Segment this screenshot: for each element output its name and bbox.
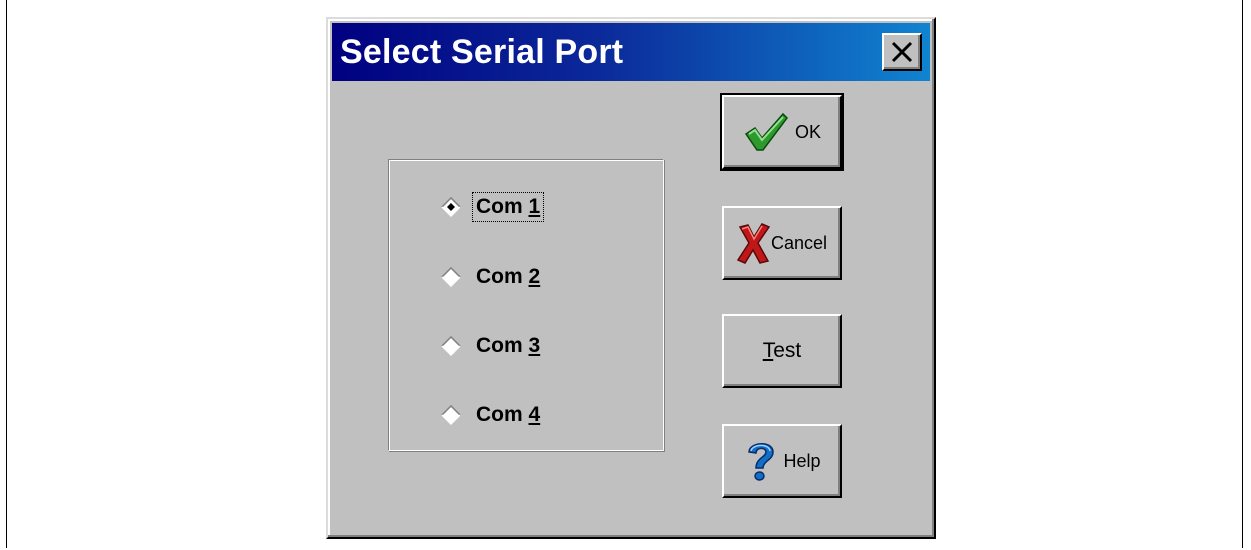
select-serial-port-dialog: Select Serial Port Com 1 Com 2 Com 3 Com… xyxy=(326,17,936,539)
com-3-accel: 3 xyxy=(528,334,541,357)
radio-com-2-label: Com 2 xyxy=(473,263,543,291)
radio-selected-icon[interactable] xyxy=(441,197,461,217)
radio-com-3-label: Com 3 xyxy=(473,332,543,360)
radio-com-4-label: Com 4 xyxy=(473,401,543,429)
checkmark-icon xyxy=(744,112,788,151)
radio-unselected-icon[interactable] xyxy=(441,336,461,356)
radio-com-4[interactable]: Com 4 xyxy=(441,397,543,433)
cancel-button[interactable]: Cancel xyxy=(722,206,842,280)
close-x-icon xyxy=(891,41,913,63)
dialog-title: Select Serial Port xyxy=(340,33,624,71)
com-1-prefix: Com xyxy=(476,195,529,218)
test-button-label: Test xyxy=(763,339,802,363)
cancel-button-label: Cancel xyxy=(770,232,828,253)
test-button[interactable]: Test xyxy=(722,314,842,388)
port-groupbox: Com 1 Com 2 Com 3 Com 4 xyxy=(388,159,664,451)
question-mark-icon xyxy=(748,443,775,481)
close-button[interactable] xyxy=(882,33,922,71)
test-rest: est xyxy=(773,339,802,362)
radio-com-3[interactable]: Com 3 xyxy=(441,328,543,364)
test-accel: T xyxy=(762,339,774,362)
com-4-accel: 4 xyxy=(528,403,541,426)
com-2-accel: 2 xyxy=(528,265,541,288)
radio-com-1[interactable]: Com 1 xyxy=(441,189,545,225)
com-4-prefix: Com xyxy=(476,403,529,426)
help-button[interactable]: Help xyxy=(722,424,842,498)
com-3-prefix: Com xyxy=(476,334,529,357)
com-1-accel: 1 xyxy=(528,195,541,218)
com-2-prefix: Com xyxy=(476,265,529,288)
ok-button[interactable]: OK xyxy=(720,93,844,171)
radio-com-1-label: Com 1 xyxy=(471,192,545,222)
radio-com-2[interactable]: Com 2 xyxy=(441,259,543,295)
red-x-icon xyxy=(736,223,771,264)
radio-unselected-icon[interactable] xyxy=(441,267,461,287)
radio-unselected-icon[interactable] xyxy=(441,405,461,425)
title-bar[interactable]: Select Serial Port xyxy=(332,23,930,81)
help-button-label: Help xyxy=(783,450,821,471)
ok-button-label: OK xyxy=(794,121,821,142)
